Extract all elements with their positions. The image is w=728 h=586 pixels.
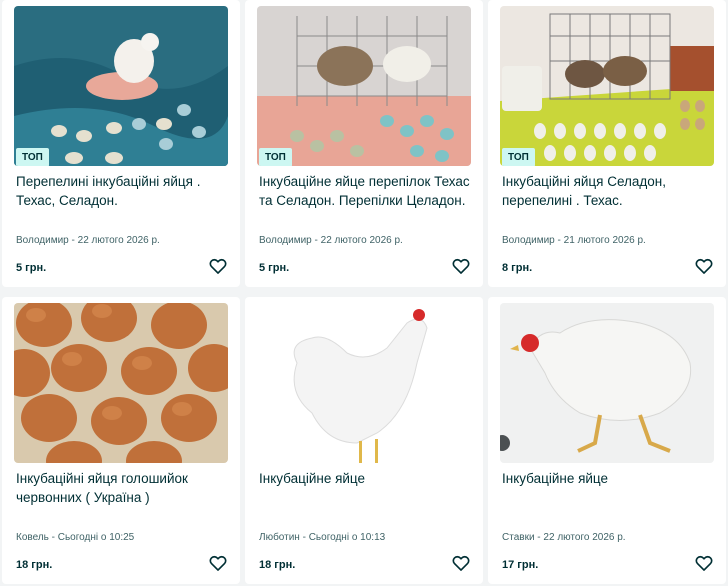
listing-card[interactable]: Інкубаційне яйце Люботин - Сьогодні о 10… [245,297,483,584]
listing-location-date: Люботин - Сьогодні о 10:13 [259,532,386,543]
listing-card[interactable]: Інкубаційне яйце Ставки - 22 лютого 2026… [488,297,726,584]
listing-title[interactable]: Перепелині інкубаційні яйця . Техас, Сел… [16,172,228,210]
listing-location-date: Володимир - 21 лютого 2026 р. [502,235,646,246]
heart-outline-icon[interactable] [694,553,714,573]
listing-title[interactable]: Інкубаційне яйце [259,469,471,488]
listing-price: 18 грн. [16,559,53,571]
listing-price: 5 грн. [259,262,290,274]
listing-title[interactable]: Інкубаційні яйця Селадон, перепелині . Т… [502,172,714,210]
listing-title[interactable]: Інкубаційне яйце [502,469,714,488]
listing-card[interactable]: ТОП Інкубаційне яйце перепілок Техас та … [245,0,483,287]
listing-price: 5 грн. [16,262,47,274]
listing-location-date: Володимир - 22 лютого 2026 р. [259,235,403,246]
listing-grid: ТОП Перепелині інкубаційні яйця . Техас,… [0,0,728,586]
heart-outline-icon[interactable] [451,553,471,573]
listing-photo[interactable] [14,303,228,463]
listing-location-date: Володимир - 22 лютого 2026 р. [16,235,160,246]
top-badge: ТОП [259,148,292,166]
listing-photo[interactable] [500,303,714,463]
listing-price: 18 грн. [259,559,296,571]
listing-location-date: Ставки - 22 лютого 2026 р. [502,532,626,543]
listing-photo[interactable]: ТОП [14,6,228,166]
listing-card[interactable]: ТОП Інкубаційні яйця Селадон, перепелині… [488,0,726,287]
listing-price: 8 грн. [502,262,533,274]
listing-title[interactable]: Інкубаційне яйце перепілок Техас та Села… [259,172,471,210]
listing-card[interactable]: Інкубаційні яйця голошийок червонних ( У… [2,297,240,584]
listing-photo[interactable]: ТОП [500,6,714,166]
listing-price: 17 грн. [502,559,539,571]
listing-photo[interactable]: ТОП [257,6,471,166]
listing-title[interactable]: Інкубаційні яйця голошийок червонних ( У… [16,469,228,507]
heart-outline-icon[interactable] [208,553,228,573]
heart-outline-icon[interactable] [694,256,714,276]
listing-photo[interactable] [257,303,471,463]
top-badge: ТОП [16,148,49,166]
heart-outline-icon[interactable] [451,256,471,276]
heart-outline-icon[interactable] [208,256,228,276]
listing-card[interactable]: ТОП Перепелині інкубаційні яйця . Техас,… [2,0,240,287]
top-badge: ТОП [502,148,535,166]
listing-location-date: Ковель - Сьогодні о 10:25 [16,532,135,543]
